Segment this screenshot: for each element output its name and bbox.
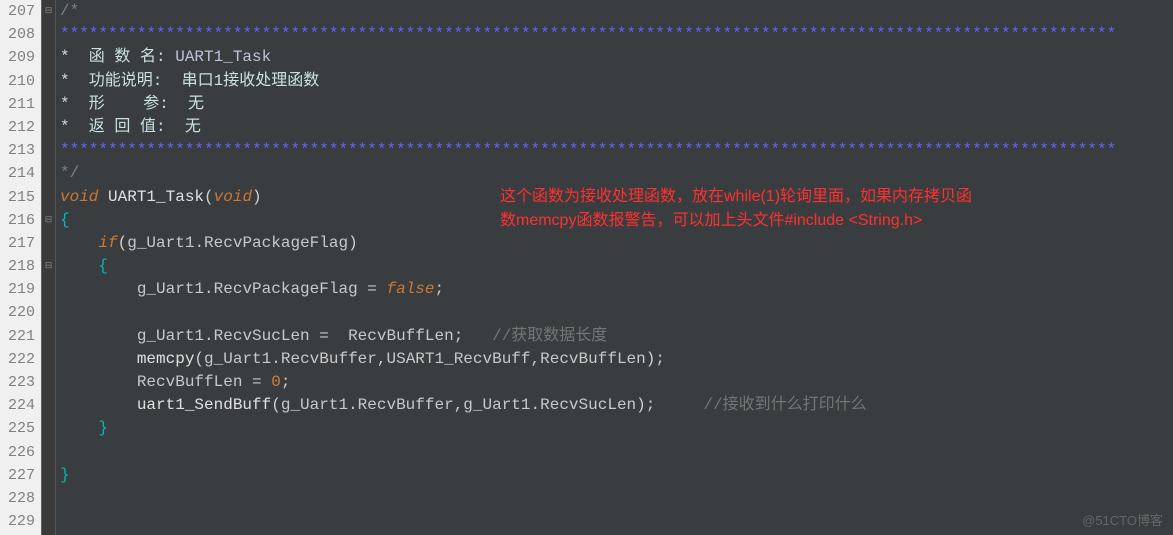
fold-toggle-icon[interactable]: ⊟: [42, 0, 55, 23]
line-number: 217: [2, 232, 35, 255]
code-line: [60, 510, 1173, 533]
line-number: 218: [2, 255, 35, 278]
code-content[interactable]: /* *************************************…: [56, 0, 1173, 535]
line-number: 210: [2, 70, 35, 93]
line-number: 214: [2, 162, 35, 185]
fold-gutter: ⊟ ⊟ ⊟: [42, 0, 56, 535]
line-number: 227: [2, 464, 35, 487]
line-number: 225: [2, 417, 35, 440]
code-line: * 形 参: 无: [60, 93, 1173, 116]
line-number: 207: [2, 0, 35, 23]
code-line: uart1_SendBuff(g_Uart1.RecvBuffer,g_Uart…: [60, 394, 1173, 417]
watermark-text: @51CTO博客: [1082, 510, 1163, 529]
code-line: */: [60, 162, 1173, 185]
line-number: 220: [2, 301, 35, 324]
code-line: [60, 487, 1173, 510]
line-number: 222: [2, 348, 35, 371]
code-line: {: [60, 255, 1173, 278]
code-line: if(g_Uart1.RecvPackageFlag): [60, 232, 1173, 255]
code-line: g_Uart1.RecvPackageFlag = false;: [60, 278, 1173, 301]
line-number: 224: [2, 394, 35, 417]
code-line: * 函 数 名: UART1_Task: [60, 46, 1173, 69]
line-number: 211: [2, 93, 35, 116]
line-number: 219: [2, 278, 35, 301]
code-line: * 功能说明: 串口1接收处理函数: [60, 70, 1173, 93]
line-number-gutter: 207 208 209 210 211 212 213 214 215 216 …: [0, 0, 42, 535]
code-line: [60, 301, 1173, 324]
line-number: 215: [2, 186, 35, 209]
line-number: 208: [2, 23, 35, 46]
line-number: 216: [2, 209, 35, 232]
line-number: 212: [2, 116, 35, 139]
code-line: * 返 回 值: 无: [60, 116, 1173, 139]
line-number: 213: [2, 139, 35, 162]
line-number: 209: [2, 46, 35, 69]
code-line: ****************************************…: [60, 139, 1173, 162]
code-line: }: [60, 417, 1173, 440]
fold-toggle-icon[interactable]: ⊟: [42, 209, 55, 232]
fold-toggle-icon[interactable]: ⊟: [42, 255, 55, 278]
line-number: 223: [2, 371, 35, 394]
line-number: 229: [2, 510, 35, 533]
code-line: g_Uart1.RecvSucLen = RecvBuffLen; //获取数据…: [60, 325, 1173, 348]
line-number: 228: [2, 487, 35, 510]
annotation-note: 这个函数为接收处理函数，放在while(1)轮询里面，如果内存拷贝函 数memc…: [500, 185, 1173, 233]
code-line: [60, 441, 1173, 464]
code-line: /*: [60, 0, 1173, 23]
annotation-line: 数memcpy函数报警告，可以加上头文件#include <String.h>: [500, 209, 1173, 233]
annotation-line: 这个函数为接收处理函数，放在while(1)轮询里面，如果内存拷贝函: [500, 185, 1173, 209]
code-line: memcpy(g_Uart1.RecvBuffer,USART1_RecvBuf…: [60, 348, 1173, 371]
code-line: }: [60, 464, 1173, 487]
line-number: 226: [2, 441, 35, 464]
line-number: 221: [2, 325, 35, 348]
code-line: RecvBuffLen = 0;: [60, 371, 1173, 394]
code-line: ****************************************…: [60, 23, 1173, 46]
code-editor: 207 208 209 210 211 212 213 214 215 216 …: [0, 0, 1173, 535]
